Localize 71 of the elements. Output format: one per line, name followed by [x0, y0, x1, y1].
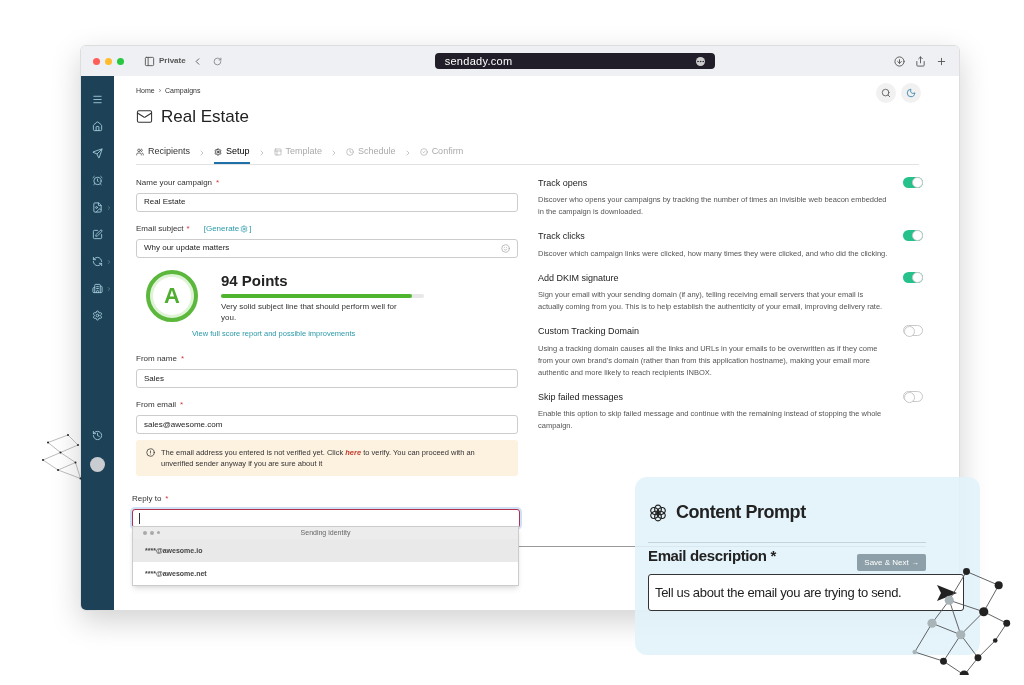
toggle-switch[interactable]: [903, 176, 923, 188]
text-cursor: [139, 513, 140, 525]
required-mark: *: [186, 222, 190, 235]
sidebar-nav-icon[interactable]: [92, 94, 103, 105]
sidebar-nav-icon[interactable]: [92, 148, 103, 159]
private-label: Private: [159, 55, 186, 67]
generate-link[interactable]: [Generate ]: [203, 222, 252, 235]
campaign-name-field[interactable]: Real Estate: [136, 192, 518, 212]
field-label: Name your campaign: [136, 176, 213, 189]
required-mark: *: [180, 353, 185, 366]
moon-icon: [906, 88, 916, 98]
gear-icon: [240, 224, 249, 233]
sidebar-toggle-icon[interactable]: [144, 55, 155, 67]
field-label: From email: [136, 399, 176, 412]
setting-title: Track opens: [538, 176, 589, 190]
setting-title: Skip failed messages: [538, 390, 625, 404]
sidebar-nav-icon[interactable]: [92, 310, 103, 321]
search-icon: [881, 88, 891, 98]
subject-field[interactable]: Why our update matters: [136, 238, 518, 258]
reload-icon[interactable]: [212, 56, 222, 66]
field-label: Email subject: [136, 222, 184, 235]
send-icon[interactable]: [937, 584, 957, 601]
setting-title: Track clicks: [538, 230, 586, 243]
from-email-field[interactable]: sales@awesome.com: [136, 415, 518, 435]
download-icon[interactable]: [894, 55, 905, 67]
address-bar[interactable]: sendady.com: [434, 53, 715, 69]
sidebar-nav-icon[interactable]: [92, 202, 103, 213]
new-tab-icon[interactable]: [936, 55, 947, 67]
field-label: Email description *: [648, 546, 776, 566]
card-title: Content Prompt: [676, 501, 806, 524]
field-label: Reply to: [132, 493, 162, 506]
score-message: Very solid subject line that should perform well for you.: [221, 301, 398, 323]
alert-icon: [146, 448, 155, 458]
required-mark: *: [216, 176, 220, 189]
sidebar-nav-icon[interactable]: [92, 229, 103, 240]
description-field[interactable]: Tell us about the email you are trying to send.: [648, 574, 964, 611]
required-mark: *: [165, 493, 169, 506]
toggle-switch[interactable]: [903, 390, 923, 402]
step-tab[interactable]: Setup: [214, 141, 250, 164]
toggle-switch[interactable]: [903, 230, 923, 241]
gear-icon: [214, 147, 223, 156]
chevron-icon: [106, 204, 112, 211]
knot-icon: [648, 502, 668, 523]
clock-icon: [346, 147, 355, 156]
more-icon[interactable]: [695, 56, 705, 66]
layout-icon: [273, 147, 282, 156]
history-icon[interactable]: [92, 430, 103, 441]
setting-title: Add DKIM signature: [538, 271, 620, 285]
grade-badge: A: [146, 269, 198, 322]
sidebar-nav-icon[interactable]: [92, 256, 103, 267]
from-name-field[interactable]: Sales: [136, 369, 518, 389]
sidebar-nav-icon[interactable]: [92, 121, 103, 132]
field-label: From name: [136, 353, 177, 366]
sidebar-nav-icon[interactable]: [92, 175, 103, 186]
sidebar-nav-icon[interactable]: [92, 283, 103, 294]
theme-button[interactable]: [901, 83, 921, 103]
avatar[interactable]: [90, 457, 105, 472]
step-tab[interactable]: Recipients: [136, 141, 191, 164]
mail-icon: [136, 108, 153, 126]
score-points: 94 Points: [221, 270, 289, 291]
share-icon[interactable]: [915, 55, 926, 67]
page-title: Real Estate: [161, 106, 249, 128]
setting-title: Custom Tracking Domain: [538, 325, 641, 338]
search-button[interactable]: [876, 83, 896, 103]
check-circle-icon: [419, 147, 428, 156]
chevron-icon: [106, 285, 112, 292]
chevron-icon: [106, 258, 112, 265]
toggle-switch[interactable]: [903, 271, 923, 283]
users-icon: [136, 147, 144, 156]
required-mark: *: [180, 399, 184, 412]
toggle-switch[interactable]: [903, 325, 923, 336]
